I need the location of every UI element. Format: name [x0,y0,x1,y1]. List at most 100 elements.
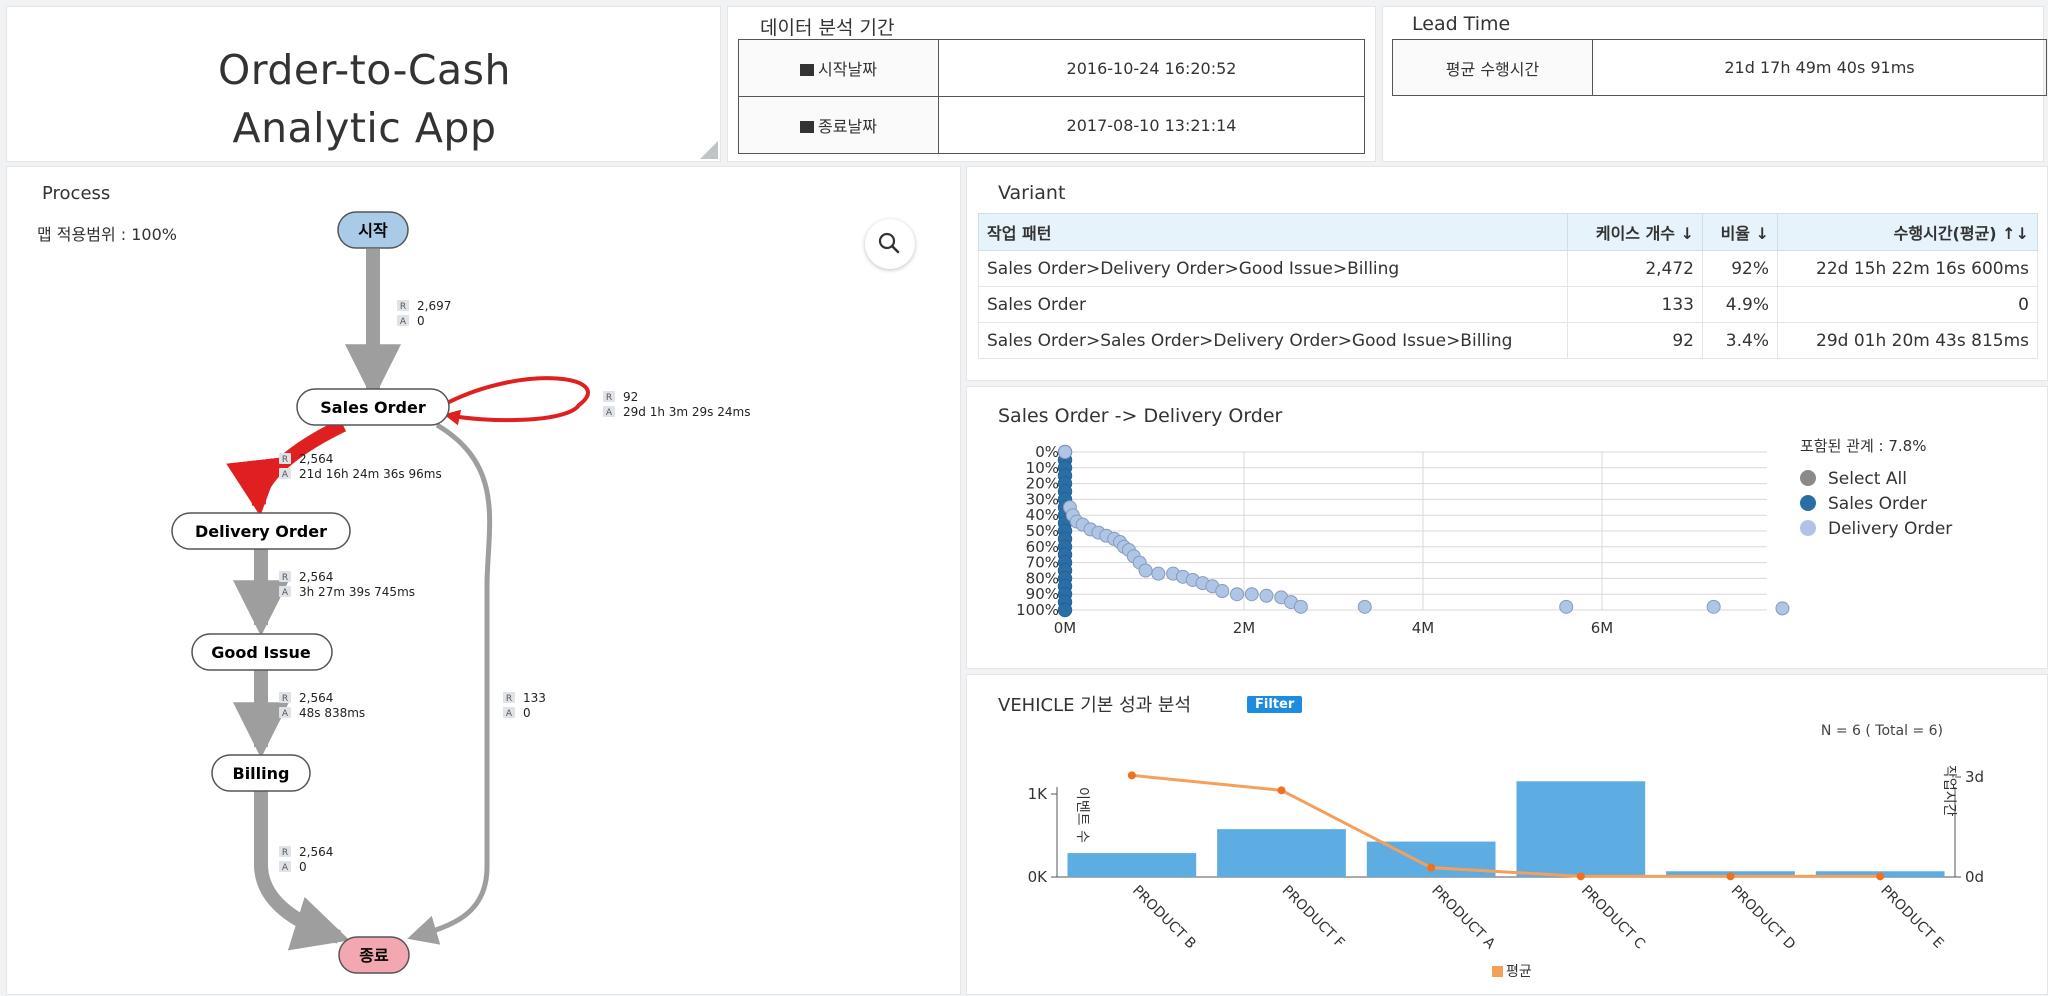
avg-point [1127,771,1136,780]
cell-ratio: 4.9% [1702,286,1778,323]
variant-title: Variant [998,182,1066,204]
y-right-tick-label: 0d [1965,868,1984,886]
node-good-issue-label: Good Issue [211,643,311,662]
col-ratio[interactable]: 비율 ↓ [1702,213,1778,251]
bar [1217,829,1346,877]
svg-text:A: A [282,863,289,873]
app-title-line2: Analytic App [232,104,497,152]
process-map[interactable]: 시작 Sales Order Delivery Order Good Issue… [7,167,962,996]
cell-pattern: Sales Order>Sales Order>Delivery Order>G… [978,322,1568,359]
lead-time-title: Lead Time [1412,13,1511,35]
svg-text:A: A [282,709,289,719]
table-row[interactable]: Sales Order>Delivery Order>Good Issue>Bi… [978,250,2038,287]
scatter-point-delivery-order [1151,566,1166,581]
x-tick-label: 2M [1233,619,1256,637]
edge-label-start_so: R 2,697 A 0 [397,299,451,328]
col-cases[interactable]: 케이스 개수 ↓ [1567,213,1703,251]
app-title-line1: Order-to-Cash [218,46,511,94]
svg-text:A: A [506,709,513,719]
vehicle-panel: 0K 1K 0d 3d 이벤트 수 작업시간 PRODUCT B PRODUCT F PRODU… [966,674,2048,995]
scatter-panel: 0% 10% 20% 30% 40% 50% 60% 70% 80% 90% 100% 0M 2M 4M 6… [966,386,2048,669]
svg-text:A: A [282,588,289,598]
node-start-label: 시작 [358,221,388,240]
sample-count-label: N = 6 ( Total = 6) [1820,723,1943,739]
scatter-point-delivery-order [1215,584,1230,599]
end-date-label: 종료날짜 [818,117,877,136]
avg-point [1726,872,1735,881]
col-pattern[interactable]: 작업 패턴 [978,213,1568,251]
edge-r-value: 133 [523,691,546,705]
cell-pattern: Sales Order>Delivery Order>Good Issue>Bi… [978,250,1568,287]
legend-swatch [1492,966,1503,977]
node-sales-order[interactable]: Sales Order [296,388,450,426]
left-axis-title: 이벤트 수 [1074,787,1090,843]
legend-item-sales-order[interactable]: Sales Order [1800,492,1952,517]
node-start[interactable]: 시작 [337,211,409,249]
x-tick-label: 0M [1054,619,1077,637]
table-row[interactable]: Sales Order 133 4.9% 0 [978,286,2038,323]
svg-text:R: R [506,694,512,704]
edge-a-value: 48s 838ms [299,706,365,720]
edge-a-value: 3h 27m 39s 745ms [299,585,415,599]
cell-pattern: Sales Order [978,286,1568,323]
svg-text:R: R [282,455,288,465]
x-tick-label: 6M [1591,619,1614,637]
filter-button[interactable]: Filter [1247,696,1303,713]
svg-text:R: R [282,573,288,583]
node-end[interactable]: 종료 [338,936,410,974]
avg-point [1876,872,1885,881]
svg-text:A: A [400,317,407,327]
cell-cases: 92 [1567,322,1703,359]
edge-label-do_gi: R 2,564 A 3h 27m 39s 745ms [279,570,415,599]
x-tick-label: PRODUCT A [1428,883,1498,953]
scatter-point-delivery-order [1357,599,1372,614]
edge-r-value: 2,564 [299,570,333,584]
lead-time-table: 평균 수행시간 21d 17h 49m 40s 91ms [1392,39,2047,96]
calendar-icon [800,121,815,133]
cell-duration: 0 [1777,286,2038,323]
period-title: 데이터 분석 기간 [760,17,895,39]
scatter-point-delivery-order [1138,563,1153,578]
vehicle-title: VEHICLE 기본 성과 분석 [998,695,1192,716]
period-table: 시작날짜 2016-10-24 16:20:52 종료날짜 2017-08-10… [738,39,1365,154]
edge-label-gi_bill: R 2,564 A 48s 838ms [279,691,365,720]
col-duration[interactable]: 수행시간(평균) ↑↓ [1777,213,2038,251]
legend-item-select-all[interactable]: Select All [1800,467,1952,492]
legend-label: 평균 [1506,964,1532,980]
svg-text:R: R [282,694,288,704]
scatter-legend: Select All Sales Order Delivery Order [1800,467,1952,542]
resize-grip-icon[interactable] [700,141,718,159]
x-tick-label: PRODUCT F [1279,883,1348,952]
edge-salesorder-end[interactable] [407,422,493,945]
svg-text:R: R [400,302,406,312]
node-billing[interactable]: Billing [211,754,311,792]
svg-text:A: A [606,408,613,418]
svg-text:R: R [282,848,288,858]
scatter-point-delivery-order [1259,588,1274,603]
search-icon [878,232,900,254]
node-billing-label: Billing [233,764,290,783]
start-date-value: 2016-10-24 16:20:52 [938,39,1365,97]
bar [1516,781,1646,877]
legend-item-delivery-order[interactable]: Delivery Order [1800,517,1952,542]
start-date-label-cell: 시작날짜 [738,39,939,97]
table-row[interactable]: Sales Order>Sales Order>Delivery Order>G… [978,322,2038,359]
avg-duration-value: 21d 17h 49m 40s 91ms [1592,39,2047,96]
y-right-tick-label: 3d [1965,768,1984,786]
scatter-point-delivery-order [1706,599,1721,614]
cell-cases: 133 [1567,286,1703,323]
app-title: Order-to-Cash Analytic App [7,41,722,157]
edge-salesorder-loop[interactable] [443,376,590,426]
x-tick-label: PRODUCT E [1877,883,1946,952]
x-tick-label: PRODUCT B [1129,883,1199,953]
x-tick-label: PRODUCT C [1578,883,1648,953]
y-left-tick-label: 1K [1028,785,1049,803]
scatter-point-delivery-order [1293,599,1308,614]
right-axis-title: 작업시간 [1941,765,1957,817]
start-date-label: 시작날짜 [818,60,877,79]
node-delivery-order[interactable]: Delivery Order [171,512,351,550]
node-good-issue[interactable]: Good Issue [191,633,333,671]
analysis-period-panel: 데이터 분석 기간 시작날짜 2016-10-24 16:20:52 종료날짜 … [727,6,1376,162]
zoom-button[interactable] [865,219,915,269]
edge-r-value: 2,564 [299,452,333,466]
